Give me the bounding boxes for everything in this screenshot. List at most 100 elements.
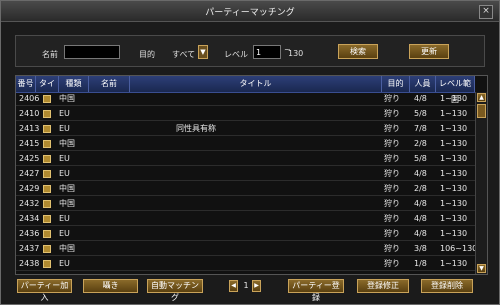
window-title: パーティーマッチング: [205, 8, 295, 18]
filter-panel: 名前 目的 すべて ▼ レベル 1 ~ 130 検索 更新: [15, 35, 485, 67]
party-list: 番号 タイプ 種類 名前 タイトル 目的 人員 レベル範囲 2406中国狩り4/…: [15, 75, 488, 275]
cell-no: 2427: [19, 169, 40, 178]
cell-purpose: 狩り: [384, 184, 400, 193]
cell-no: 2415: [19, 139, 40, 148]
cell-kind: EU: [59, 124, 70, 133]
table-row[interactable]: 2425 EU 狩り 5/8 1~130: [16, 152, 475, 166]
table-row[interactable]: 2413 EU 同性具有称 狩り 7/8 1~130: [16, 122, 475, 136]
col-number[interactable]: 番号: [16, 76, 36, 92]
cell-kind: EU: [59, 259, 70, 268]
cell-level: 1~130: [440, 139, 468, 148]
table-row[interactable]: 2406 中国 狩り 4/8 1~130: [16, 92, 475, 106]
name-input[interactable]: [64, 45, 120, 59]
table-row[interactable]: 2438 EU 狩り 1/8 1~130: [16, 257, 475, 271]
cell-purpose: 狩り: [384, 229, 400, 238]
level-max-value: 130: [288, 49, 304, 58]
cell-purpose: 狩り: [384, 124, 400, 133]
cell-title: 同性具有称: [176, 124, 216, 133]
table-row[interactable]: 2429 中国 狩り 2/8 1~130: [16, 182, 475, 196]
cell-members: 3/8: [414, 244, 427, 253]
party-type-icon: [43, 200, 51, 208]
scrollbar[interactable]: ▲ ▼: [475, 92, 487, 274]
cell-no: 2437: [19, 244, 40, 253]
party-type-icon: [43, 215, 51, 223]
cell-purpose: 狩り: [384, 109, 400, 118]
cell-purpose: 狩り: [384, 139, 400, 148]
cell-no: 2432: [19, 199, 40, 208]
cell-members: 2/8: [414, 139, 427, 148]
cell-level: 1~130: [440, 169, 468, 178]
cell-level: 1~130: [440, 199, 468, 208]
col-members[interactable]: 人員: [410, 76, 436, 92]
purpose-select[interactable]: すべて: [172, 49, 195, 60]
cell-purpose: 狩り: [384, 214, 400, 223]
cell-no: 2413: [19, 124, 40, 133]
cell-kind: EU: [59, 229, 70, 238]
page-next-icon[interactable]: ▶: [252, 280, 261, 292]
cell-no: 2438: [19, 259, 40, 268]
cell-kind: EU: [59, 214, 70, 223]
table-row[interactable]: 2436 EU 狩り 4/8 1~130: [16, 227, 475, 241]
col-kind[interactable]: 種類: [59, 76, 89, 92]
join-party-button[interactable]: パーティー加入: [17, 279, 72, 302]
party-type-icon: [43, 230, 51, 238]
scroll-down-icon[interactable]: ▼: [477, 264, 486, 273]
cell-members: 1/8: [414, 259, 427, 268]
cell-purpose: 狩り: [384, 199, 400, 208]
cell-no: 2410: [19, 109, 40, 118]
cell-no: 2425: [19, 154, 40, 163]
auto-matching-button[interactable]: 自動マッチング: [147, 279, 203, 302]
col-name[interactable]: 名前: [89, 76, 130, 92]
edit-registration-button[interactable]: 登録修正: [357, 279, 409, 293]
cell-members: 5/8: [414, 109, 427, 118]
table-row[interactable]: 2432 中国 狩り 4/8 1~130: [16, 197, 475, 211]
table-row[interactable]: 2415 中国 狩り 2/8 1~130: [16, 137, 475, 151]
cell-kind: 中国: [59, 94, 75, 103]
cell-no: 2436: [19, 229, 40, 238]
title-bar[interactable]: パーティーマッチング ×: [1, 1, 499, 22]
page-prev-icon[interactable]: ◀: [229, 280, 238, 292]
cell-purpose: 狩り: [384, 169, 400, 178]
table-row[interactable]: 2410 EU 狩り 5/8 1~130: [16, 107, 475, 121]
cell-purpose: 狩り: [384, 244, 400, 253]
col-level-range[interactable]: レベル範囲: [436, 76, 475, 104]
search-button[interactable]: 検索: [338, 44, 378, 59]
party-type-icon: [43, 185, 51, 193]
cell-no: 2406: [19, 94, 40, 103]
cell-level: 1~130: [440, 229, 468, 238]
scroll-up-icon[interactable]: ▲: [477, 93, 486, 102]
scroll-thumb[interactable]: [477, 104, 486, 118]
col-purpose[interactable]: 目的: [382, 76, 410, 92]
level-min-input[interactable]: 1: [253, 45, 281, 59]
table-row[interactable]: 2427 EU 狩り 4/8 1~130: [16, 167, 475, 181]
col-title[interactable]: タイトル: [130, 76, 382, 92]
cell-level: 1~130: [440, 184, 468, 193]
cell-members: 4/8: [414, 199, 427, 208]
page-number: 1: [243, 281, 249, 290]
cell-members: 4/8: [414, 214, 427, 223]
chevron-down-icon[interactable]: ▼: [198, 45, 208, 59]
cell-level: 106~130: [440, 244, 478, 253]
table-header: 番号 タイプ 種類 名前 タイトル 目的 人員 レベル範囲: [16, 76, 475, 104]
table-row[interactable]: 2437 中国 狩り 3/8 106~130: [16, 242, 478, 256]
party-type-icon: [43, 260, 51, 268]
cell-no: 2429: [19, 184, 40, 193]
party-register-button[interactable]: パーティー登録: [288, 279, 344, 302]
cell-members: 7/8: [414, 124, 427, 133]
refresh-button[interactable]: 更新: [409, 44, 449, 59]
delete-registration-button[interactable]: 登録削除: [421, 279, 473, 293]
col-type[interactable]: タイプ: [36, 76, 59, 104]
purpose-label: 目的: [139, 50, 155, 59]
party-type-icon: [43, 125, 51, 133]
whisper-button[interactable]: 囁き: [83, 279, 138, 293]
party-type-icon: [43, 140, 51, 148]
cell-kind: EU: [59, 154, 70, 163]
table-row[interactable]: 2434 EU 狩り 4/8 1~130: [16, 212, 475, 226]
party-matching-window: パーティーマッチング × 名前 目的 すべて ▼ レベル 1 ~ 130 検索 …: [0, 0, 500, 305]
cell-kind: 中国: [59, 184, 75, 193]
cell-level: 1~130: [440, 94, 468, 103]
cell-level: 1~130: [440, 109, 468, 118]
close-icon[interactable]: ×: [479, 5, 493, 19]
level-label: レベル: [224, 50, 248, 59]
cell-kind: EU: [59, 109, 70, 118]
